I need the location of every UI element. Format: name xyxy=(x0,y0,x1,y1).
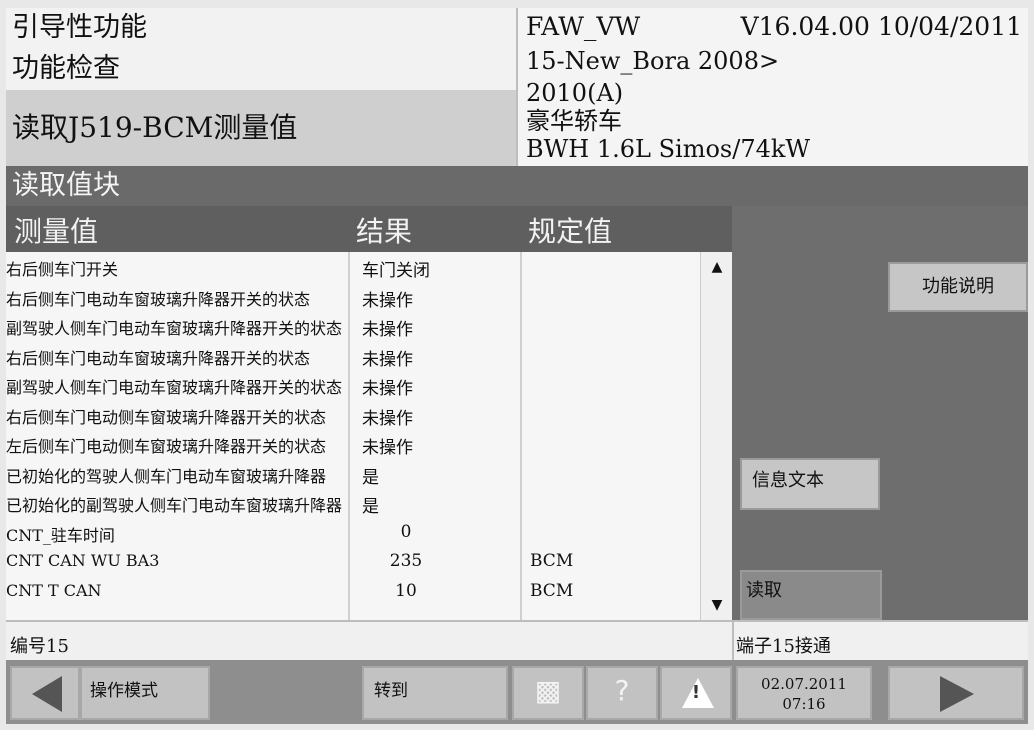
measure-name: 左后侧车门电动侧车窗玻璃升降器开关的状态 xyxy=(6,437,327,456)
measure-result: 是 xyxy=(362,467,379,488)
column-header-bar: 测量值 结果 规定值 xyxy=(6,206,732,252)
arrow-right-icon xyxy=(940,676,974,712)
measure-name: CNT T CAN xyxy=(6,580,102,600)
measure-spec: BCM xyxy=(530,580,574,601)
read-button[interactable]: 读取 xyxy=(740,570,882,620)
print-icon: ▩ xyxy=(534,674,562,707)
goto-button[interactable]: 转到 xyxy=(362,666,508,720)
model-line1: 15-New_Bora 2008> xyxy=(526,47,780,75)
table-row[interactable]: 已初始化的驾驶人侧车门电动车窗玻璃升降器 是 xyxy=(6,459,700,489)
arrow-left-icon xyxy=(32,676,62,712)
page-title: 引导性功能 xyxy=(6,8,516,48)
measure-name: 右后侧车门电动车窗玻璃升降器开关的状态 xyxy=(6,289,311,309)
column-header-measure: 测量值 xyxy=(14,215,99,248)
measure-result: 未操作 xyxy=(362,438,413,458)
measure-result: 0 xyxy=(400,521,412,542)
measure-spec: BCM xyxy=(530,551,574,571)
measurement-table: 右后侧车门开关 车门关闭 右后侧车门电动车窗玻璃升降器开关的状态 未操作 副驾驶人侧车门… xyxy=(6,252,733,620)
table-row[interactable]: 左后侧车门电动侧车窗玻璃升降器开关的状态 未操作 xyxy=(6,429,700,459)
measure-result: 未操作 xyxy=(362,379,413,399)
date-label: 02.07.2011 xyxy=(761,675,847,693)
warning-icon-mark: ! xyxy=(691,682,701,703)
table-row[interactable]: 副驾驶人侧车门电动车窗玻璃升降器开关的状态 未操作 xyxy=(6,311,700,341)
measure-result: 未操作 xyxy=(362,290,413,311)
scroll-down-icon[interactable]: ▼ xyxy=(701,592,733,618)
measure-result: 10 xyxy=(395,580,417,601)
brand-label: FAW_VW xyxy=(526,12,641,41)
table-row[interactable]: 右后侧车门电动车窗玻璃升降器开关的状态 未操作 xyxy=(6,282,700,312)
brand-version-line: FAW_VW V16.04.00 10/04/2011 xyxy=(526,12,1022,42)
measure-result: 未操作 xyxy=(362,349,413,370)
measure-name: 右后侧车门开关 xyxy=(6,260,119,279)
time-label: 07:16 xyxy=(782,695,826,713)
status-bar: 编号15 端子15接通 xyxy=(6,620,1028,660)
bottom-toolbar: 操作模式 转到 ▩ ? ! 02.07.2011 07:16 xyxy=(6,660,1028,724)
help-icon: ? xyxy=(614,674,630,707)
column-header-result: 结果 xyxy=(356,215,413,248)
table-row[interactable]: 已初始化的副驾驶人侧车门电动车窗玻璃升降器是 xyxy=(6,488,700,518)
table-row[interactable]: CNT T CAN 10 BCM xyxy=(6,577,700,607)
measure-name: 右后侧车门电动侧车窗玻璃升降器开关的状态 xyxy=(6,407,327,427)
page-subtitle: 功能检查 xyxy=(6,48,516,90)
measure-name: 右后侧车门电动车窗玻璃升降器开关的状态 xyxy=(6,348,311,368)
print-button[interactable]: ▩ xyxy=(512,666,584,720)
measure-name: 已初始化的驾驶人侧车门电动车窗玻璃升降器 xyxy=(6,466,327,486)
forward-button[interactable] xyxy=(888,666,1024,720)
measure-result: 未操作 xyxy=(362,408,413,429)
table-row[interactable]: 右后侧车门电动侧车窗玻璃升降器开关的状态 未操作 xyxy=(6,400,700,430)
table-body: 右后侧车门开关 车门关闭 右后侧车门电动车窗玻璃升降器开关的状态 未操作 副驾驶人侧车门… xyxy=(6,252,700,606)
scrollbar[interactable]: ▲ ▼ xyxy=(700,252,733,620)
body-type: 豪华轿车 xyxy=(526,107,622,135)
measure-name: CNT CAN WU BA3 xyxy=(6,551,160,570)
info-text-button[interactable]: 信息文本 xyxy=(740,458,880,510)
section-title: 读取值块 xyxy=(6,166,1028,206)
status-terminal: 端子15接通 xyxy=(732,622,1028,660)
status-number: 编号15 xyxy=(10,636,69,657)
model-line2: 2010(A) xyxy=(526,79,624,107)
measure-result: 未操作 xyxy=(362,320,413,340)
operation-mode-button[interactable]: 操作模式 xyxy=(80,666,210,720)
measure-result: 车门关闭 xyxy=(362,261,430,281)
table-row[interactable]: CNT CAN WU BA3 235 BCM xyxy=(6,547,700,577)
function-title: 读取J519-BCM测量值 xyxy=(6,90,516,166)
measure-name: 已初始化的副驾驶人侧车门电动车窗玻璃升降器 xyxy=(6,496,343,515)
scroll-up-icon[interactable]: ▲ xyxy=(701,254,733,280)
version-label: V16.04.00 10/04/2011 xyxy=(740,12,1022,41)
table-row[interactable]: CNT_驻车时间 0 xyxy=(6,518,700,548)
help-button[interactable]: ? xyxy=(586,666,658,720)
measure-name: CNT_驻车时间 xyxy=(6,525,115,545)
date-time-display: 02.07.2011 07:16 xyxy=(736,666,872,720)
vehicle-info-panel: FAW_VW V16.04.00 10/04/2011 15-New_Bora … xyxy=(516,8,1028,166)
header-left-panel: 引导性功能 功能检查 读取J519-BCM测量值 xyxy=(6,8,516,166)
engine-label: BWH 1.6L Simos/74kW xyxy=(526,135,811,163)
table-row[interactable]: 副驾驶人侧车门电动车窗玻璃升降器开关的状态 未操作 xyxy=(6,370,700,400)
function-description-button[interactable]: 功能说明 xyxy=(888,262,1028,312)
table-row[interactable]: 右后侧车门开关 车门关闭 xyxy=(6,252,700,282)
measure-result: 235 xyxy=(389,551,423,571)
side-button-panel: 功能说明 信息文本 读取 xyxy=(732,206,1028,620)
measure-name: 副驾驶人侧车门电动车窗玻璃升降器开关的状态 xyxy=(6,319,343,338)
measure-name: 副驾驶人侧车门电动车窗玻璃升降器开关的状态 xyxy=(6,378,343,397)
table-row[interactable]: 右后侧车门电动车窗玻璃升降器开关的状态 未操作 xyxy=(6,341,700,371)
back-button[interactable] xyxy=(10,666,80,720)
measure-result: 是 xyxy=(362,497,379,517)
warning-button[interactable]: ! xyxy=(660,666,732,720)
column-header-spec: 规定值 xyxy=(528,215,613,248)
